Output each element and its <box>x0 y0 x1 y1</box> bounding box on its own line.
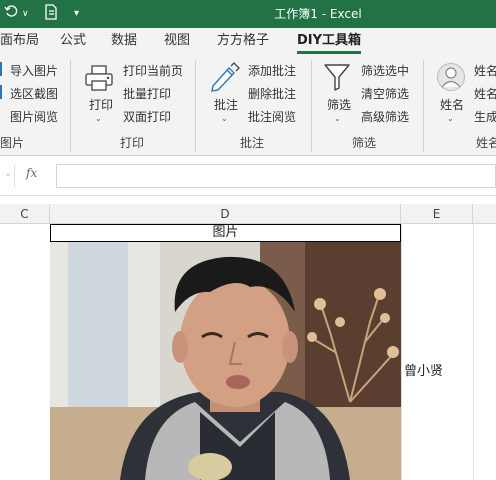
window-title: 工作簿1 - Excel <box>274 7 362 21</box>
screenshot-icon <box>0 85 6 99</box>
print-dropdown-icon[interactable]: ⌄ <box>95 114 102 123</box>
group-label-name: 姓名 <box>476 136 496 150</box>
group-label-filter: 筛选 <box>352 136 377 150</box>
image-viewer-button[interactable]: 图片阅览 <box>10 108 58 126</box>
gridline <box>473 224 474 480</box>
tab-fangfang[interactable]: 方方格子 <box>217 28 269 54</box>
group-divider <box>311 60 312 152</box>
print-current-page-button[interactable]: 打印当前页 <box>123 62 183 80</box>
formula-bar: ⌄ fx <box>0 156 496 196</box>
clear-filter-button[interactable]: 清空筛选 <box>361 85 409 103</box>
duplex-print-button[interactable]: 双面打印 <box>123 108 171 126</box>
column-header-e[interactable]: E <box>401 204 473 224</box>
group-divider <box>195 60 196 152</box>
ribbon-tabs: 面布局 公式 数据 视图 方方格子 DIY工具箱 <box>0 28 496 54</box>
comment-dropdown-icon[interactable]: ⌄ <box>221 114 228 123</box>
printer-icon[interactable] <box>84 64 114 95</box>
divider <box>14 165 15 187</box>
tab-formulas[interactable]: 公式 <box>60 28 86 54</box>
tab-data[interactable]: 数据 <box>111 28 137 54</box>
advanced-filter-button[interactable]: 高级筛选 <box>361 108 409 126</box>
filter-selected-button[interactable]: 筛选选中 <box>361 62 409 80</box>
group-divider <box>423 60 424 152</box>
batch-print-button[interactable]: 批量打印 <box>123 85 171 103</box>
formula-input[interactable] <box>56 164 496 188</box>
person-icon[interactable] <box>436 62 466 95</box>
filter-dropdown-icon[interactable]: ⌄ <box>334 114 341 123</box>
range-screenshot-button[interactable]: 选区截图 <box>10 85 58 103</box>
comment-pen-icon[interactable] <box>209 62 241 95</box>
view-comment-button[interactable]: 批注阅览 <box>248 108 296 126</box>
group-label-comment: 批注 <box>240 136 265 150</box>
import-image-button[interactable]: 导入图片 <box>10 62 58 80</box>
print-button[interactable]: 打印 <box>89 96 113 114</box>
name-item-1[interactable]: 姓名 <box>474 62 496 80</box>
title-bar: ∨ ▾ 工作簿1 - Excel <box>0 0 496 28</box>
filter-icon[interactable] <box>323 62 351 95</box>
ribbon: 导入图片 选区截图 图片阅览 图片 打印 ⌄ 打印当前页 批量打印 双面打印 打… <box>0 54 496 156</box>
name-generate-button[interactable]: 生成 <box>474 108 496 126</box>
column-header-next[interactable] <box>473 204 496 224</box>
import-image-icon <box>0 62 6 76</box>
name-item-2[interactable]: 姓名 <box>474 85 496 103</box>
add-comment-button[interactable]: 添加批注 <box>248 62 296 80</box>
gridline <box>401 224 402 480</box>
name-dropdown-icon[interactable]: ⌄ <box>447 114 454 123</box>
filter-button[interactable]: 筛选 <box>327 96 351 114</box>
name-button[interactable]: 姓名 <box>440 96 464 114</box>
tab-view[interactable]: 视图 <box>164 28 190 54</box>
inserted-picture[interactable] <box>50 242 401 480</box>
tab-page-layout[interactable]: 面布局 <box>0 28 39 54</box>
group-label-image: 图片 <box>0 136 25 150</box>
formula-bar-buttons: ⌄ fx <box>0 164 54 188</box>
comment-button[interactable]: 批注 <box>214 96 238 114</box>
column-header-c[interactable]: C <box>0 204 50 224</box>
group-label-print: 打印 <box>120 136 145 150</box>
tab-diy-toolbox[interactable]: DIY工具箱 <box>297 28 362 54</box>
delete-comment-button[interactable]: 删除批注 <box>248 85 296 103</box>
group-divider <box>70 60 71 152</box>
cell-e-name[interactable]: 曾小贤 <box>404 360 443 379</box>
column-header-d[interactable]: D <box>50 204 401 224</box>
insert-function-icon[interactable]: fx <box>26 166 37 180</box>
chevron-down-icon[interactable]: ⌄ <box>4 168 12 179</box>
cell-d-header[interactable]: 图片 <box>50 224 401 242</box>
